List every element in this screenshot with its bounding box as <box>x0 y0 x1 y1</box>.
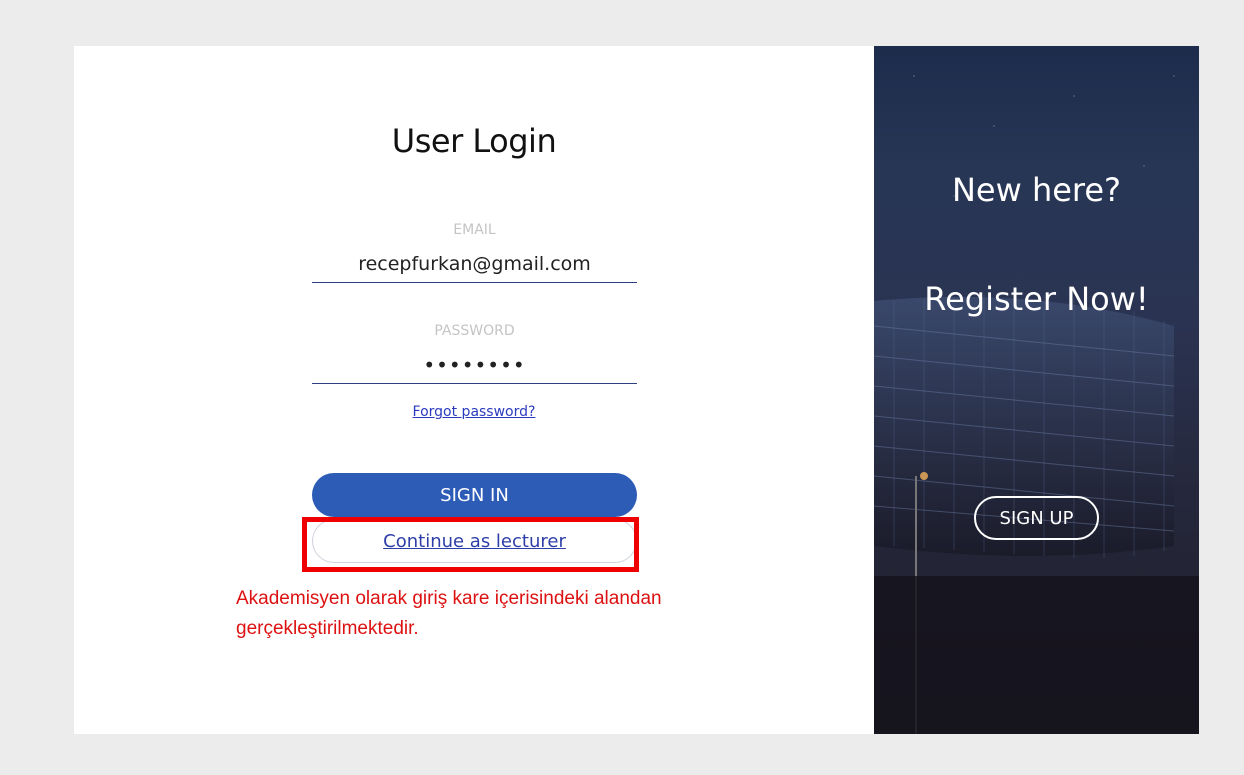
annotation-text: Akademisyen olarak giriş kare içerisinde… <box>236 584 796 644</box>
sign-up-button[interactable]: SIGN UP <box>974 496 1099 540</box>
sign-in-button[interactable]: SIGN IN <box>312 473 637 517</box>
auth-card: User Login EMAIL PASSWORD Forgot passwor… <box>74 46 1199 734</box>
building-image <box>874 294 1199 734</box>
annotation-line-2: gerçekleştirilmektedir. <box>236 618 419 639</box>
register-panel: New here? Register Now! SIGN UP <box>874 46 1199 734</box>
page-title: User Login <box>391 122 557 160</box>
new-here-heading: New here? <box>951 171 1122 209</box>
highlight-box <box>302 517 639 572</box>
forgot-password-link[interactable]: Forgot password? <box>74 404 874 420</box>
register-now-heading: Register Now! <box>924 280 1149 318</box>
email-label: EMAIL <box>453 222 496 238</box>
login-panel: User Login EMAIL PASSWORD Forgot passwor… <box>74 46 874 734</box>
annotation-line-1: Akademisyen olarak giriş kare içerisinde… <box>236 588 662 609</box>
password-label: PASSWORD <box>434 323 515 339</box>
password-field[interactable] <box>312 347 637 384</box>
email-field[interactable] <box>312 246 637 283</box>
